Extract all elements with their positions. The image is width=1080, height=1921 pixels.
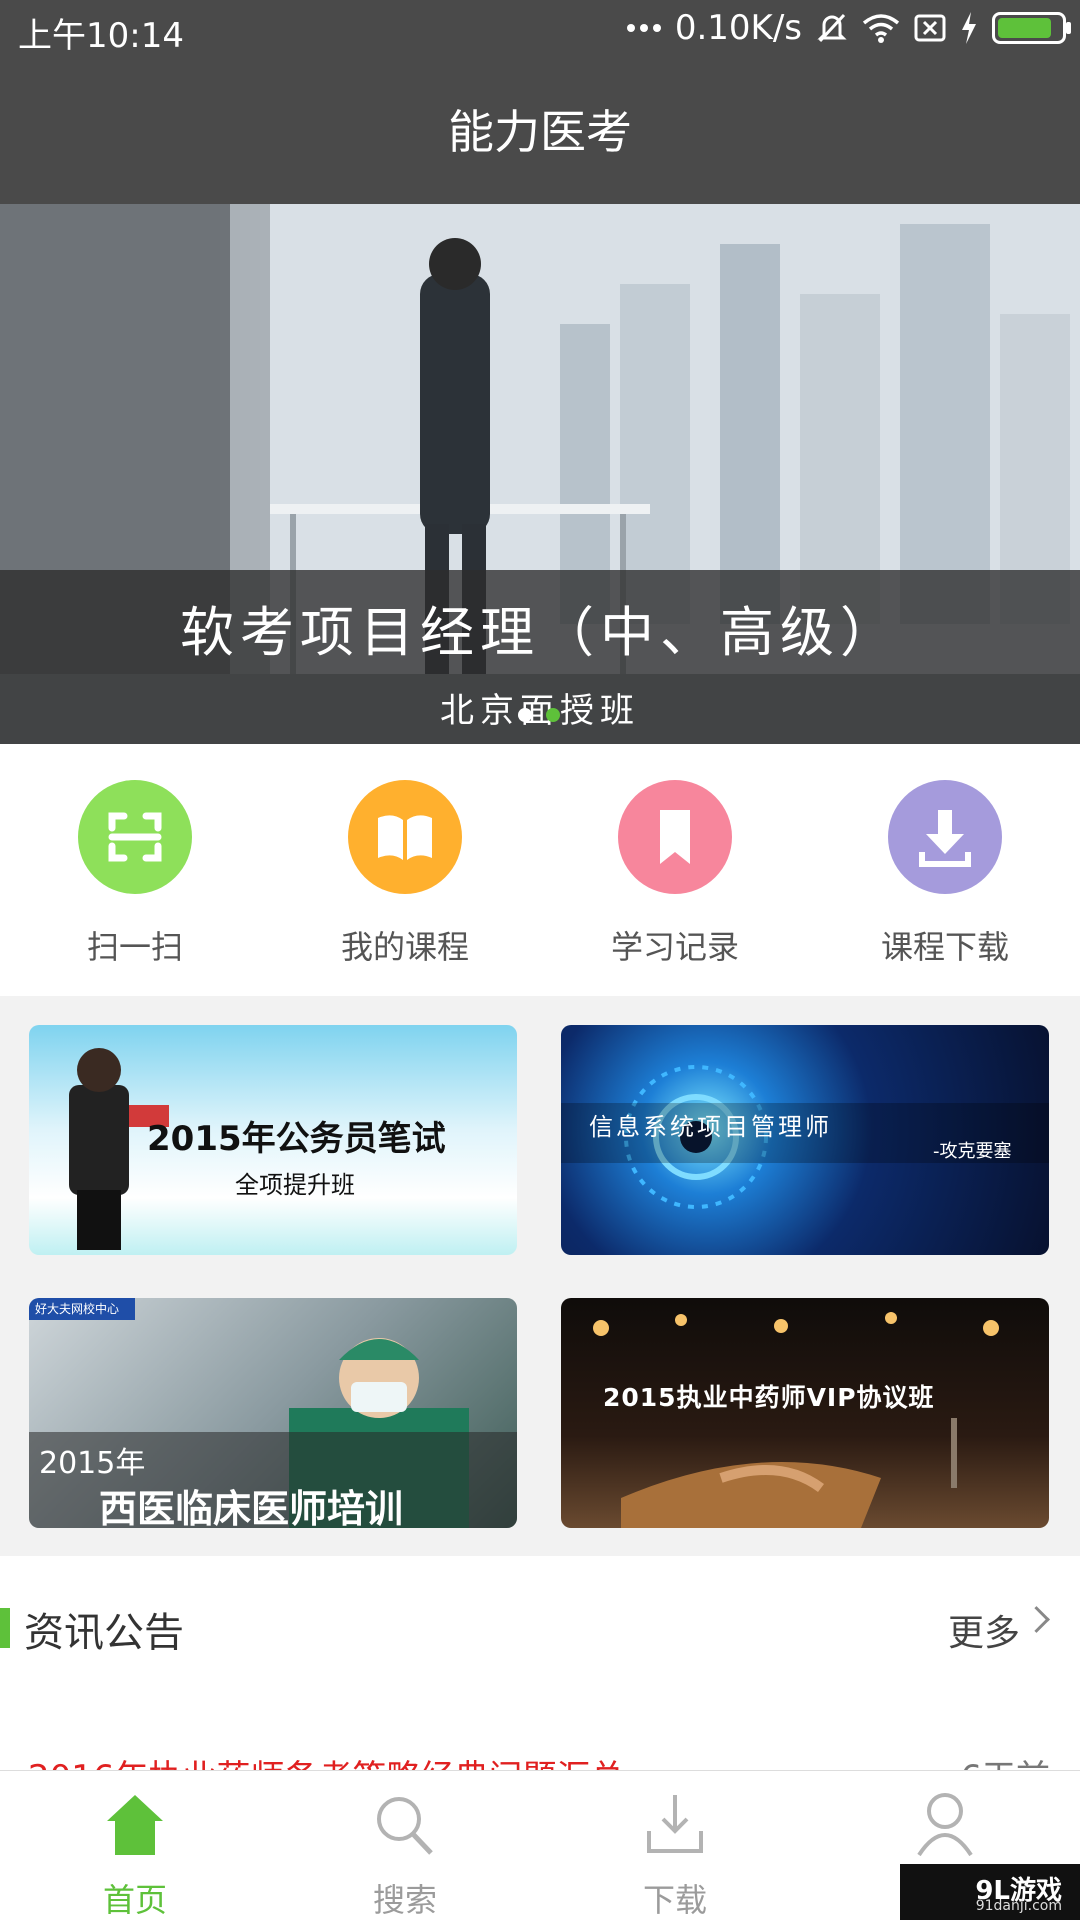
card-title: 2015年 xyxy=(39,1446,146,1481)
tab-search[interactable]: 搜索 xyxy=(270,1771,540,1921)
tab-download[interactable]: 下载 xyxy=(540,1771,810,1921)
card-badge: 好大夫网校中心 xyxy=(29,1298,135,1320)
watermark-logo: 9L游戏 91danji.com xyxy=(900,1864,1080,1920)
tab-label: 首页 xyxy=(102,1881,167,1919)
battery-icon xyxy=(992,12,1071,44)
section-accent-bar xyxy=(0,1608,10,1648)
news-headline: 2016年执业药师备考策略经典问题汇总 xyxy=(28,1750,625,1770)
course-card[interactable]: 2015执业中药师VIP协议班 xyxy=(561,1298,1049,1528)
quick-action-label: 扫一扫 xyxy=(86,928,183,966)
status-icons: 0.10K/s xyxy=(626,8,1071,48)
charging-icon xyxy=(962,12,976,44)
mute-bell-icon xyxy=(817,13,847,43)
bookmark-icon xyxy=(618,780,732,894)
scan-icon xyxy=(78,780,192,894)
download-icon xyxy=(888,780,1002,894)
status-bar: 上午10:14 0.10K/s xyxy=(0,0,1080,60)
banner-carousel[interactable]: 软考项目经理（中、高级） 北京面授班 xyxy=(0,204,1080,744)
section-title: 资讯公告 xyxy=(24,1610,184,1656)
download-tray-icon xyxy=(647,1795,703,1853)
wifi-icon xyxy=(862,14,900,43)
chevron-right-icon[interactable] xyxy=(1023,1606,1050,1633)
card-title: 信息系统项目管理师 xyxy=(589,1113,832,1141)
course-card[interactable]: 信息系统项目管理师 -攻克要塞 xyxy=(561,1025,1049,1255)
search-icon xyxy=(377,1797,433,1855)
status-time: 上午10:14 xyxy=(18,16,184,56)
network-speed: 0.10K/s xyxy=(674,8,802,48)
more-dots-icon xyxy=(626,24,661,32)
page-title: 能力医考 xyxy=(448,105,632,159)
course-grid: 2015年公务员笔试 全项提升班 信息系统项目管理师 -攻克要塞 好大夫网校中心… xyxy=(0,996,1080,1556)
quick-action-scan[interactable]: 扫一扫 xyxy=(35,780,235,968)
quick-actions: 扫一扫 我的课程 学习记录 课程下载 xyxy=(0,744,1080,996)
sim-x-icon xyxy=(914,14,946,42)
quick-action-course-download[interactable]: 课程下载 xyxy=(845,780,1045,968)
card-subtitle: -攻克要塞 xyxy=(933,1141,1012,1162)
card-subtitle: 全项提升班 xyxy=(235,1171,355,1199)
card-title: 2015执业中药师VIP协议班 xyxy=(603,1383,935,1412)
tab-label: 下载 xyxy=(642,1881,707,1919)
card-title: 2015年公务员笔试 xyxy=(147,1119,446,1159)
quick-action-label: 课程下载 xyxy=(880,928,1009,966)
card-subtitle: 西医临床医师培训 xyxy=(99,1487,404,1528)
banner-title: 软考项目经理（中、高级） xyxy=(180,601,900,664)
news-date: 6天前 xyxy=(960,1750,1050,1770)
home-icon xyxy=(107,1795,163,1855)
tab-label: 搜索 xyxy=(372,1881,437,1919)
course-card[interactable]: 好大夫网校中心 2015年 西医临床医师培训 xyxy=(29,1298,517,1528)
quick-action-label: 我的课程 xyxy=(340,928,469,966)
course-card[interactable]: 2015年公务员笔试 全项提升班 xyxy=(29,1025,517,1255)
tab-home[interactable]: 首页 xyxy=(0,1771,270,1921)
quick-action-label: 学习记录 xyxy=(610,928,739,966)
quick-action-my-courses[interactable]: 我的课程 xyxy=(305,780,505,968)
user-icon xyxy=(917,1793,973,1857)
more-link[interactable]: 更多 xyxy=(948,1604,1020,1656)
carousel-dot xyxy=(518,708,532,722)
app-header: 能力医考 xyxy=(0,60,1080,204)
carousel-dot xyxy=(546,708,560,722)
news-item[interactable]: 2016年执业药师备考策略经典问题汇总 6天前 xyxy=(0,1700,1080,1770)
watermark-url: 91danji.com xyxy=(975,1898,1062,1914)
book-icon xyxy=(348,780,462,894)
news-section-header: 资讯公告 更多 xyxy=(0,1556,1080,1700)
quick-action-study-record[interactable]: 学习记录 xyxy=(575,780,775,968)
carousel-indicator xyxy=(518,708,560,722)
